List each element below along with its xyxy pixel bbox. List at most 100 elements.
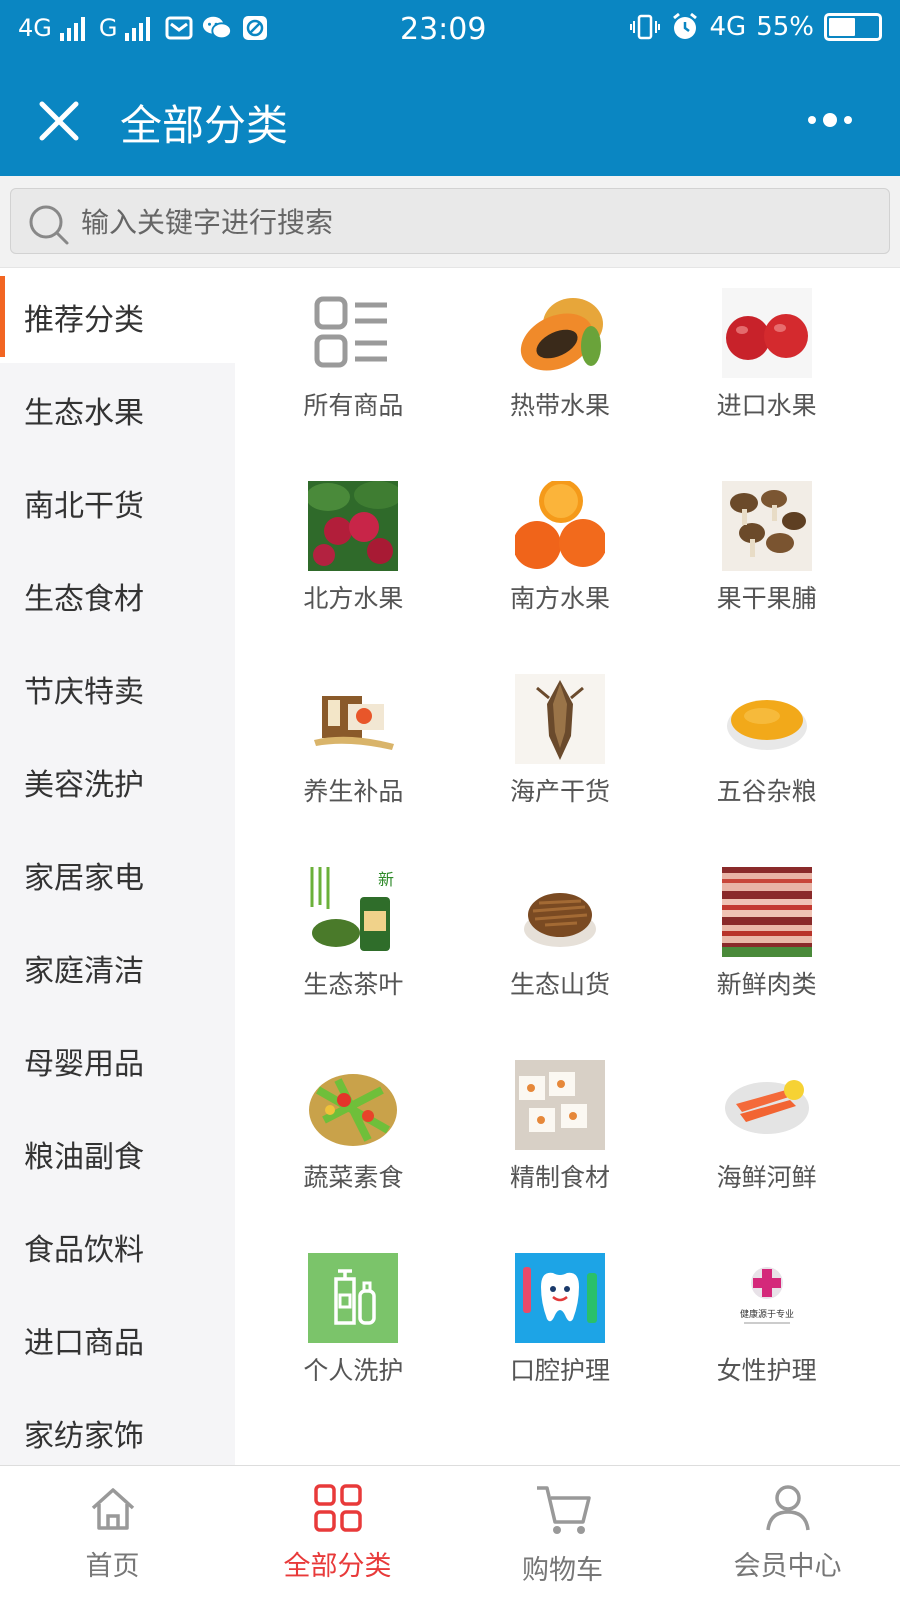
more-options-button[interactable] bbox=[800, 100, 870, 140]
ginseng-box-image bbox=[308, 674, 399, 764]
category-dried-seafood[interactable]: 海产干货 bbox=[457, 666, 664, 859]
svg-text:新: 新 bbox=[378, 870, 394, 889]
tab-all-categories[interactable]: 全部分类 bbox=[225, 1466, 450, 1600]
category-eco-tea[interactable]: 新 生态茶叶 bbox=[250, 859, 457, 1052]
search-bar bbox=[0, 176, 900, 268]
category-label: 生态山货 bbox=[509, 970, 610, 999]
vegetable-salad-image bbox=[308, 1060, 399, 1150]
sidebar-item-home-cleaning[interactable]: 家庭清洁 bbox=[0, 921, 235, 1014]
sidebar-item-dry-goods[interactable]: 南北干货 bbox=[0, 456, 235, 549]
oranges-image bbox=[514, 481, 605, 571]
category-label: 海产干货 bbox=[509, 777, 610, 806]
signal-strength-icon bbox=[59, 15, 85, 41]
signal-strength-icon bbox=[125, 15, 151, 41]
category-label: 养生补品 bbox=[303, 777, 404, 806]
category-label: 口腔护理 bbox=[509, 1356, 610, 1385]
tab-cart[interactable]: 购物车 bbox=[450, 1466, 675, 1600]
category-label: 生态茶叶 bbox=[303, 970, 404, 999]
tab-member-center[interactable]: 会员中心 bbox=[675, 1466, 900, 1600]
category-refined-ingredients[interactable]: 精制食材 bbox=[457, 1052, 664, 1245]
category-imported-fruit[interactable]: 进口水果 bbox=[663, 280, 870, 473]
search-box[interactable] bbox=[10, 188, 890, 254]
network-type-1: 4G bbox=[18, 14, 52, 42]
category-label: 北方水果 bbox=[303, 584, 404, 613]
search-input[interactable] bbox=[81, 197, 879, 247]
close-button[interactable] bbox=[30, 92, 88, 150]
category-dried-fruit[interactable]: 果干果脯 bbox=[663, 473, 870, 666]
category-label: 果干果脯 bbox=[716, 584, 817, 613]
category-health-supplements[interactable]: 养生补品 bbox=[250, 666, 457, 859]
sidebar-item-home-textiles[interactable]: 家纺家饰 bbox=[0, 1386, 235, 1465]
network-type-3: 4G bbox=[709, 12, 747, 42]
sidebar-item-festival-sale[interactable]: 节庆特卖 bbox=[0, 642, 235, 735]
tab-label: 首页 bbox=[85, 1551, 140, 1582]
wechat-icon bbox=[202, 14, 233, 42]
status-left: 4G G bbox=[18, 14, 270, 42]
grid-icon bbox=[313, 1484, 362, 1532]
category-label: 五谷杂粮 bbox=[716, 777, 817, 806]
nougat-candy-image bbox=[514, 1060, 605, 1150]
sidebar-item-beauty-care[interactable]: 美容洗护 bbox=[0, 735, 235, 828]
category-label: 海鲜河鲜 bbox=[716, 1163, 817, 1192]
vibrate-icon bbox=[629, 13, 660, 41]
sidebar-item-recommended[interactable]: 推荐分类 bbox=[0, 270, 235, 363]
tab-label: 全部分类 bbox=[283, 1551, 392, 1582]
mail-icon bbox=[164, 14, 194, 42]
category-label: 新鲜肉类 bbox=[716, 970, 817, 999]
category-seafood[interactable]: 海鲜河鲜 bbox=[663, 1052, 870, 1245]
bottles-icon bbox=[308, 1253, 399, 1343]
category-personal-care[interactable]: 个人洗护 bbox=[250, 1245, 457, 1438]
mushrooms-image bbox=[721, 481, 812, 571]
title-bar: 全部分类 bbox=[0, 62, 900, 176]
cart-icon bbox=[536, 1486, 591, 1534]
dried-herbs-bowl-image bbox=[514, 867, 605, 957]
sidebar-item-eco-fruit[interactable]: 生态水果 bbox=[0, 363, 235, 456]
bottom-tab-bar: 首页 全部分类 购物车 会员中心 bbox=[0, 1465, 900, 1600]
battery-percent: 55% bbox=[756, 12, 814, 42]
category-tropical-fruit[interactable]: 热带水果 bbox=[457, 280, 664, 473]
all-products-icon bbox=[308, 288, 398, 378]
network-type-2: G bbox=[98, 14, 118, 42]
svg-text:健康源于专业: 健康源于专业 bbox=[740, 1308, 794, 1320]
salmon-plate-image bbox=[721, 1060, 812, 1150]
sidebar-item-imported[interactable]: 进口商品 bbox=[0, 1293, 235, 1386]
category-label: 个人洗护 bbox=[303, 1356, 404, 1385]
browser-icon bbox=[240, 14, 270, 42]
more-dots-icon bbox=[808, 113, 852, 127]
category-label: 南方水果 bbox=[509, 584, 610, 613]
category-all-products[interactable]: 所有商品 bbox=[250, 280, 457, 473]
status-bar: 4G G 23:09 4G 55% bbox=[0, 0, 900, 62]
category-southern-fruit[interactable]: 南方水果 bbox=[457, 473, 664, 666]
category-label: 精制食材 bbox=[509, 1163, 610, 1192]
category-mountain-goods[interactable]: 生态山货 bbox=[457, 859, 664, 1052]
green-tea-image: 新 bbox=[308, 867, 399, 957]
category-fresh-meat[interactable]: 新鲜肉类 bbox=[663, 859, 870, 1052]
page-title: 全部分类 bbox=[120, 101, 289, 150]
category-vegetables[interactable]: 蔬菜素食 bbox=[250, 1052, 457, 1245]
category-label: 所有商品 bbox=[303, 391, 404, 420]
user-icon bbox=[765, 1485, 810, 1531]
sidebar-item-grain-oil[interactable]: 粮油副食 bbox=[0, 1107, 235, 1200]
category-grid: 所有商品 热带水果 进口水果 北方水果 南方水果 果干果脯 养生补品 海产干货 … bbox=[250, 280, 870, 1438]
category-label: 女性护理 bbox=[716, 1356, 817, 1385]
category-sidebar: 推荐分类 生态水果 南北干货 生态食材 节庆特卖 美容洗护 家居家电 家庭清洁 … bbox=[0, 270, 235, 1465]
tab-label: 会员中心 bbox=[733, 1551, 842, 1582]
category-northern-fruit[interactable]: 北方水果 bbox=[250, 473, 457, 666]
sidebar-item-eco-food[interactable]: 生态食材 bbox=[0, 549, 235, 642]
category-label: 蔬菜素食 bbox=[303, 1163, 404, 1192]
sidebar-item-food-drink[interactable]: 食品饮料 bbox=[0, 1200, 235, 1293]
sidebar-item-home-appliances[interactable]: 家居家电 bbox=[0, 828, 235, 921]
category-oral-care[interactable]: 口腔护理 bbox=[457, 1245, 664, 1438]
millet-bowl-image bbox=[721, 674, 812, 764]
category-grains[interactable]: 五谷杂粮 bbox=[663, 666, 870, 859]
tab-home[interactable]: 首页 bbox=[0, 1466, 225, 1600]
category-label: 热带水果 bbox=[509, 391, 610, 420]
battery-level-fill bbox=[829, 18, 856, 36]
dried-squid-image bbox=[514, 674, 605, 764]
clock: 23:09 bbox=[400, 12, 487, 47]
sidebar-item-baby[interactable]: 母婴用品 bbox=[0, 1014, 235, 1107]
category-feminine-care[interactable]: 健康源于专业 女性护理 bbox=[663, 1245, 870, 1438]
category-label: 进口水果 bbox=[716, 391, 817, 420]
tooth-cartoon-image bbox=[514, 1253, 605, 1343]
pork-belly-image bbox=[721, 867, 812, 957]
